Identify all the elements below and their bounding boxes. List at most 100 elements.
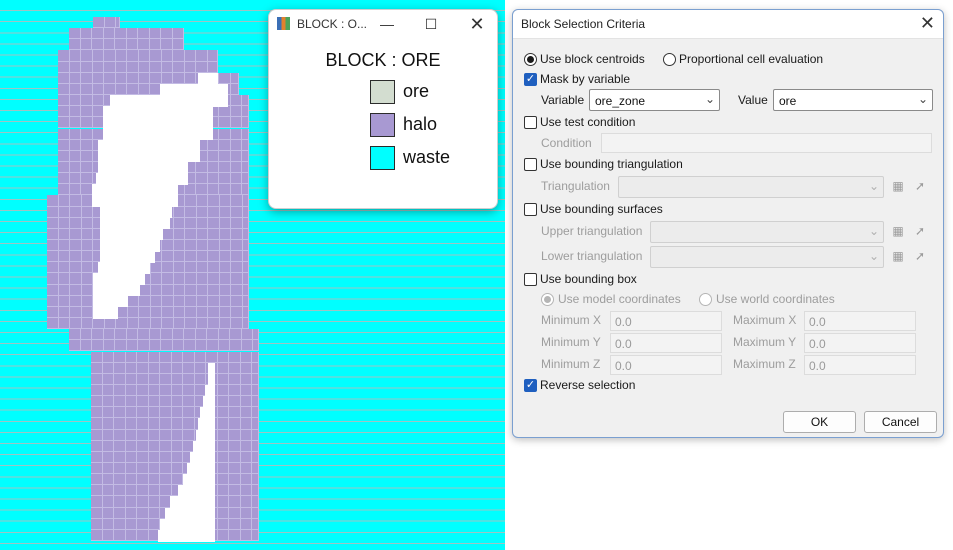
lower-triangulation-select[interactable]: ⌄ [650,246,884,268]
upper-triangulation-label: Upper triangulation [541,224,643,238]
block-halo [252,496,259,508]
block-halo [162,318,174,330]
block-halo [229,451,241,463]
ok-button[interactable]: OK [783,411,856,433]
minimum-x-input[interactable]: 0.0 [610,311,722,331]
use-model-coordinates-radio[interactable] [541,293,554,306]
block-halo [217,463,229,475]
mask-by-variable-checkbox[interactable]: ✓ [524,73,537,86]
folder-icon[interactable]: ▦ [890,223,906,239]
block-halo [148,429,160,441]
block-halo [240,429,252,441]
folder-icon[interactable]: ▦ [890,178,906,194]
block-ore [100,240,160,252]
block-ore [103,128,213,141]
pick-arrow-icon[interactable]: ➚ [912,178,928,194]
block-halo [230,184,242,196]
block-halo [217,362,229,374]
block-halo [242,284,249,296]
block-halo [148,485,160,497]
block-halo [240,529,252,542]
block-halo [162,273,174,285]
block-halo [103,329,115,341]
block-halo [138,28,150,40]
block-halo [125,407,137,419]
upper-triangulation-select[interactable]: ⌄ [650,221,884,243]
lower-triangulation-label: Lower triangulation [541,249,643,263]
block-ore [93,306,118,319]
block-halo [252,396,259,408]
block-halo [137,529,149,542]
value-select[interactable]: ore ⌄ [773,89,933,111]
pick-arrow-icon[interactable]: ➚ [912,248,928,264]
block-halo [102,518,114,530]
block-halo [138,61,150,73]
block-halo [58,50,70,62]
block-halo [196,61,208,73]
use-bounding-surfaces-checkbox[interactable] [524,203,537,216]
block-halo [114,451,126,463]
close-icon[interactable]: ✕ [920,13,935,33]
use-bounding-box-checkbox[interactable] [524,273,537,286]
variable-select[interactable]: ore_zone ⌄ [589,89,720,111]
use-bounding-triangulation-checkbox[interactable] [524,158,537,171]
block-halo [114,485,126,497]
use-block-centroids-radio[interactable] [524,53,537,66]
block-halo [219,161,231,174]
maximum-x-input[interactable]: 0.0 [804,311,916,331]
triangulation-select[interactable]: ⌄ [618,176,884,198]
block-halo [104,61,116,73]
block-halo [183,396,195,408]
block-halo [183,418,195,430]
block-halo [69,28,81,40]
minimum-y-input[interactable]: 0.0 [610,333,722,353]
legend-swatch-ore [370,80,395,104]
minimize-icon[interactable]: — [375,14,399,34]
block-halo [137,518,149,530]
block-halo [252,507,259,519]
block-halo [229,429,241,441]
block-halo [91,485,103,497]
maximum-z-label: Maximum Z [733,357,796,371]
block-halo [196,251,208,263]
dialog-titlebar[interactable]: Block Selection Criteria ✕ [513,10,943,39]
minimum-z-input[interactable]: 0.0 [610,355,722,375]
cancel-button[interactable]: Cancel [864,411,937,433]
use-test-condition-checkbox[interactable] [524,116,537,129]
block-halo [183,351,195,363]
block-ore [187,463,215,475]
maximum-y-input[interactable]: 0.0 [804,333,916,353]
folder-icon[interactable]: ▦ [890,248,906,264]
block-halo [148,396,160,408]
block-halo [196,161,208,174]
block-halo [102,485,114,497]
block-halo [58,95,70,107]
block-halo [219,139,231,151]
maximize-icon[interactable]: ☐ [419,14,443,34]
value-label: Value [738,93,768,107]
block-halo [80,39,92,51]
block-halo [114,407,126,419]
block-halo [242,217,249,229]
block-halo [252,518,259,530]
block-halo [173,72,185,84]
use-world-coordinates-radio[interactable] [699,293,712,306]
block-halo [217,529,229,542]
block-halo [137,384,149,397]
block-halo [230,161,242,174]
block-halo [91,529,103,542]
legend-titlebar[interactable]: BLOCK : O... — ☐ ✕ [269,10,497,38]
block-halo [242,318,249,330]
proportional-cell-radio[interactable] [663,53,676,66]
block-halo [160,440,172,452]
minimum-z-label: Minimum Z [541,357,601,371]
block-halo [92,61,104,73]
block-halo [137,362,149,374]
reverse-selection-checkbox[interactable]: ✓ [524,379,537,392]
maximum-z-input[interactable]: 0.0 [804,355,916,375]
condition-input[interactable] [601,133,932,153]
block-halo [218,340,230,352]
pick-arrow-icon[interactable]: ➚ [912,223,928,239]
close-icon[interactable]: ✕ [465,14,489,34]
block-halo [125,429,137,441]
